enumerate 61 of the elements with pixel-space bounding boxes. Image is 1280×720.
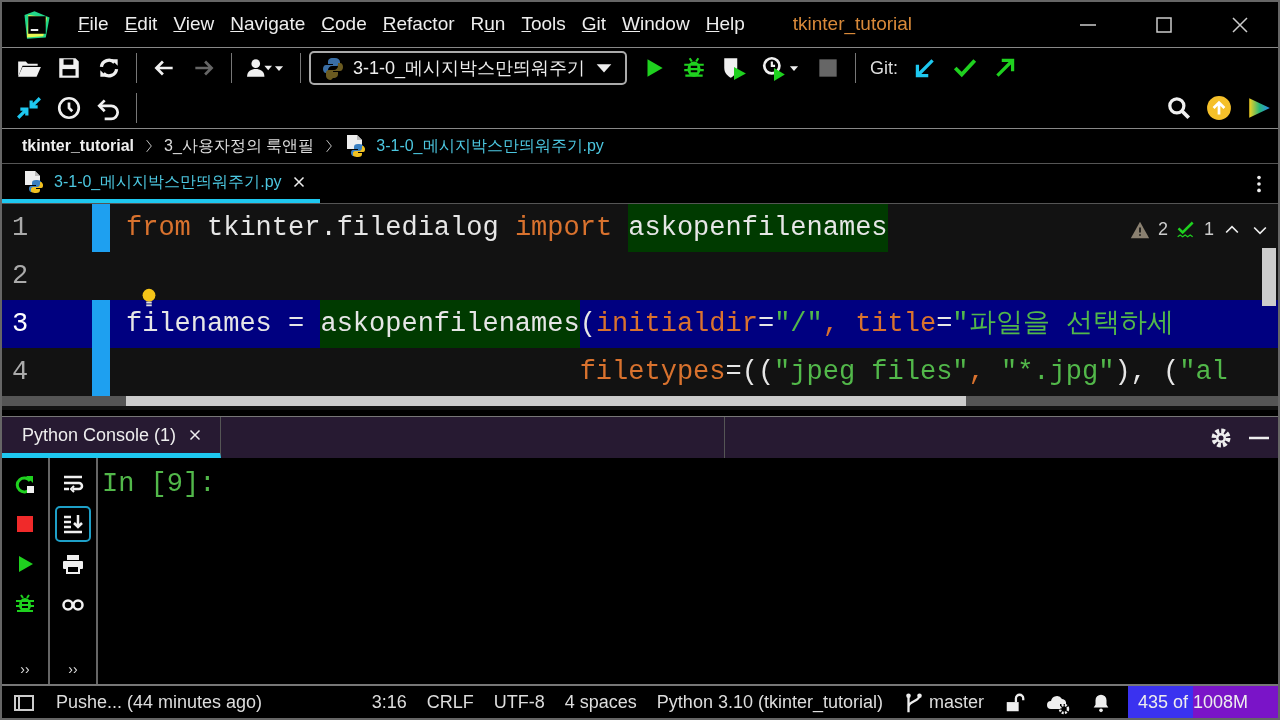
menu-item[interactable]: Help — [697, 10, 753, 39]
status-item[interactable]: CRLF — [416, 688, 484, 716]
code-token: "jpeg files" — [774, 355, 969, 389]
line-number: 3 — [12, 307, 29, 341]
typo-count: 1 — [1204, 218, 1214, 241]
code-token: filetypes — [579, 355, 726, 389]
status-item[interactable]: 3:16 — [361, 688, 417, 716]
menu-item[interactable]: Tools — [513, 10, 574, 39]
code-token: import — [514, 211, 614, 245]
code-token: "al — [1179, 355, 1228, 389]
pycharm-logo-icon — [22, 9, 52, 40]
more-tools-chevron[interactable]: ›› — [20, 659, 30, 680]
highlighted-identifier: askopenfilenames — [628, 204, 888, 252]
highlighted-identifier: askopenfilenames — [320, 300, 580, 348]
python-file-icon — [22, 169, 46, 194]
code-token: filenames = — [126, 307, 306, 341]
menu-item[interactable]: View — [165, 10, 223, 39]
code-token: = — [936, 307, 953, 341]
git-label: Git: — [870, 56, 899, 80]
line-number: 4 — [12, 355, 29, 389]
menu-item[interactable]: Refactor — [374, 10, 463, 39]
menu-item[interactable]: Window — [614, 10, 698, 39]
code-token: "/" — [774, 307, 823, 341]
menu-item[interactable]: File — [70, 10, 117, 39]
code-token: "*.jpg" — [1000, 355, 1115, 389]
menu-item[interactable]: Edit — [116, 10, 166, 39]
code-token: tkinter.filedialog — [206, 211, 500, 245]
code-token: , — [968, 355, 986, 389]
menu-item[interactable]: Git — [573, 10, 615, 39]
git-branch[interactable]: master — [929, 688, 994, 716]
memory-indicator[interactable]: 435 of 1008M — [1128, 686, 1278, 718]
status-item[interactable]: UTF-8 — [483, 688, 555, 716]
scroll-to-end-icon[interactable] — [55, 506, 91, 542]
code-token: ), ( — [1114, 355, 1180, 389]
status-item[interactable]: 4 spaces — [554, 688, 647, 716]
line-number: 2 — [12, 259, 29, 293]
code-token: "파일을 선택하세 — [952, 307, 1174, 341]
status-item[interactable]: Python 3.10 (tkinter_tutorial) — [646, 688, 893, 716]
code-token: from — [126, 211, 191, 245]
run-configuration-dropdown[interactable]: 3-1-0_메시지박스만띄워주기 — [309, 51, 628, 85]
project-title: tkinter_tutorial — [792, 12, 913, 37]
code-token: , title — [822, 307, 937, 341]
breadcrumb-item[interactable]: 3_사용자정의 룩앤필 — [164, 134, 315, 158]
python-icon — [321, 56, 345, 80]
menu-item[interactable]: Navigate — [222, 10, 314, 39]
console-prompt: In [9]: — [101, 468, 216, 501]
line-number: 1 — [12, 211, 29, 245]
code-token: =(( — [725, 355, 775, 389]
breadcrumb-item[interactable]: tkinter_tutorial — [22, 134, 134, 158]
warning-count: 2 — [1157, 218, 1168, 241]
vertical-scrollbar[interactable] — [1262, 248, 1276, 306]
more-tools-chevron[interactable]: ›› — [68, 659, 78, 680]
horizontal-scrollbar[interactable] — [126, 396, 966, 406]
console-tab[interactable]: Python Console (1) — [2, 417, 222, 458]
menu-item[interactable]: Code — [313, 10, 375, 39]
code-token: = — [757, 307, 775, 341]
breadcrumb-item[interactable]: 3-1-0_메시지박스만띄워주기.py — [376, 134, 604, 158]
code-token: ( — [579, 307, 596, 341]
status-message[interactable]: Pushe... (44 minutes ago) — [46, 688, 273, 716]
menu-item[interactable]: Run — [462, 10, 514, 39]
code-token: initialdir — [595, 307, 758, 341]
